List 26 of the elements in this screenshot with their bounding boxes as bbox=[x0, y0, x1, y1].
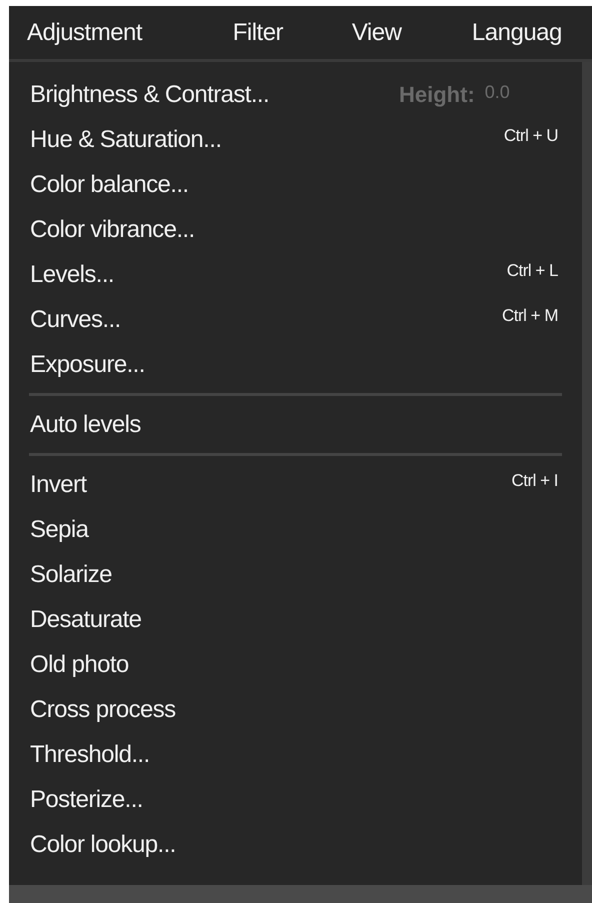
menu-item[interactable]: Auto levels bbox=[29, 402, 562, 447]
height-label: Height: bbox=[399, 81, 475, 109]
menu-item[interactable]: Levels... Ctrl + L bbox=[29, 252, 562, 297]
shortcut-label: Ctrl + U bbox=[504, 124, 559, 147]
menu-bar-item[interactable]: Adjustment bbox=[27, 14, 233, 50]
menu-bar-item[interactable]: Languag bbox=[472, 14, 592, 50]
menu-item[interactable]: Hue & Saturation... Ctrl + U bbox=[29, 117, 562, 162]
menu-item[interactable]: Threshold... bbox=[29, 732, 562, 777]
menu-item[interactable]: Cross process bbox=[29, 687, 562, 732]
menu-item[interactable]: Curves... Ctrl + M bbox=[29, 297, 562, 342]
menu-bar-item[interactable]: Filter bbox=[232, 14, 352, 50]
menu-item[interactable]: Solarize bbox=[29, 552, 562, 597]
menu-item[interactable]: Old photo bbox=[29, 642, 562, 687]
height-value: 0.0 bbox=[484, 81, 510, 104]
shortcut-label: Ctrl + I bbox=[511, 470, 559, 492]
menu-item[interactable]: Invert Ctrl + I bbox=[29, 462, 562, 507]
menu-item[interactable]: Exposure... bbox=[29, 342, 562, 387]
shortcut-label: Ctrl + M bbox=[502, 304, 559, 327]
menu-item[interactable]: Color balance... bbox=[29, 162, 562, 207]
menu-item[interactable]: Color lookup... bbox=[29, 822, 562, 867]
menu-bar-item[interactable]: View bbox=[352, 14, 472, 50]
menu-item[interactable]: Sepia bbox=[29, 507, 562, 552]
menu-item[interactable]: Color vibrance... bbox=[29, 207, 562, 252]
menu-item[interactable]: Posterize... bbox=[29, 777, 562, 822]
menu-item[interactable]: Desaturate bbox=[29, 597, 562, 642]
shortcut-label: Ctrl + L bbox=[506, 260, 559, 282]
